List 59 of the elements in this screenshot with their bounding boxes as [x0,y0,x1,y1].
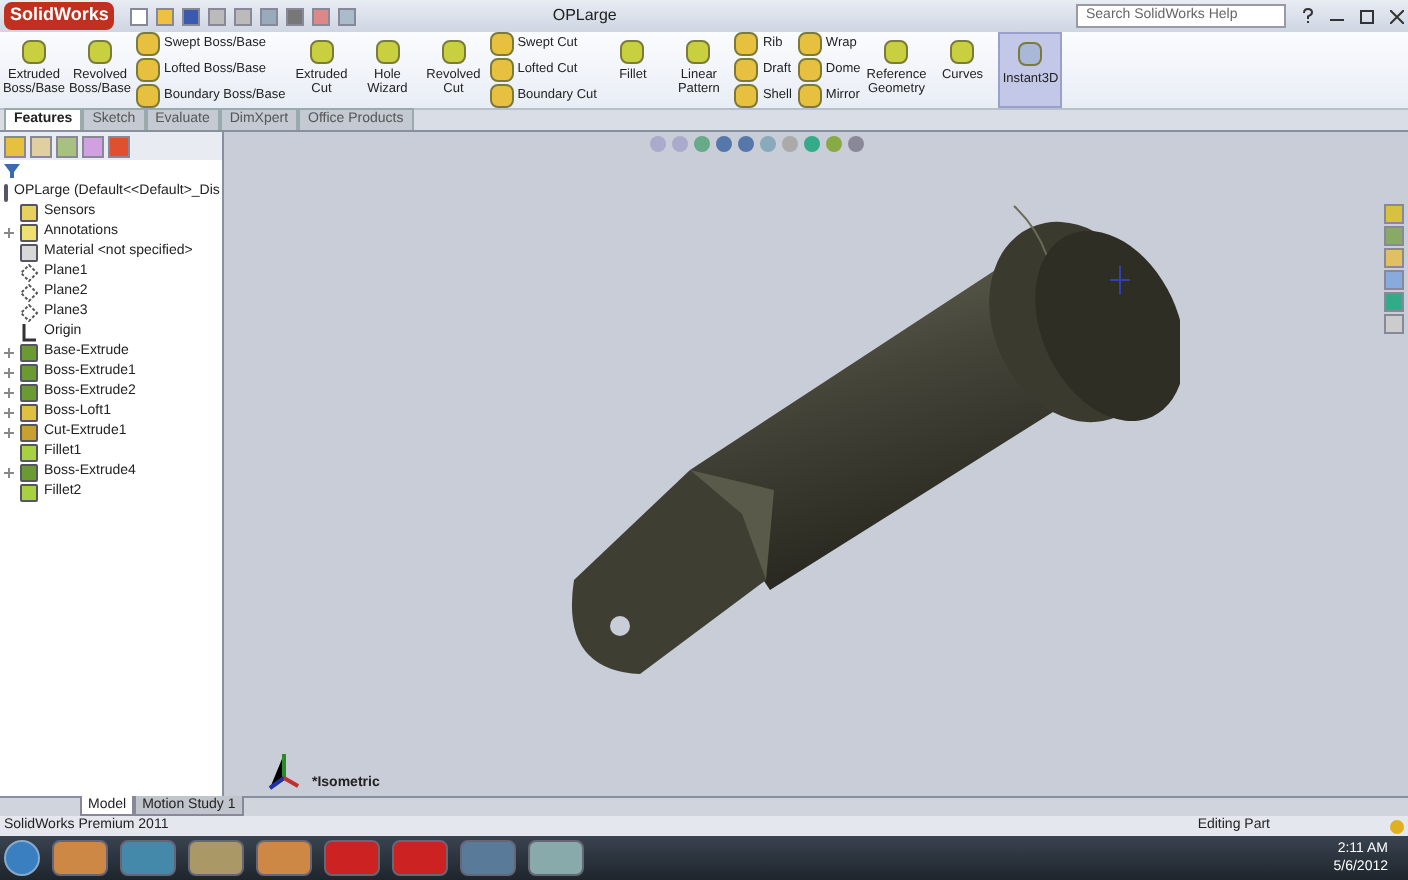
panel-tab-icon[interactable] [56,135,78,157]
expand-icon[interactable] [4,227,14,237]
taskbar-app-icon[interactable] [188,840,244,876]
tool-icon [309,40,334,64]
tool-icon [620,40,645,64]
origin-icon [20,323,38,341]
expand-icon[interactable] [4,347,14,357]
start-button[interactable] [4,840,40,876]
panel-tab-icon[interactable] [108,135,130,157]
tool-icon [136,32,160,57]
tool-icon [884,40,909,64]
tool-icon [734,83,759,108]
tool-icon [88,40,112,64]
tool-icon [950,40,975,64]
tool-icon [489,32,514,57]
app-logo[interactable]: SolidWorks [4,2,115,30]
tool-icon [686,40,711,64]
tool-icon [797,83,822,108]
taskbar-app-icon[interactable] [52,840,108,876]
tool-icon [734,32,759,57]
expand-icon[interactable] [4,427,14,437]
taskbar-app-icon[interactable] [528,840,584,876]
tool-icon [797,57,822,82]
panel-tab-icon[interactable] [82,135,104,157]
material-icon [20,243,38,261]
taskbar-app-icon[interactable] [392,840,448,876]
expand-icon[interactable] [4,407,14,417]
triad-icon [264,750,304,794]
taskbar-app-icon[interactable] [324,840,380,876]
panel-tab-icon[interactable] [4,135,26,157]
taskbar-app-icon[interactable] [120,840,176,876]
annotation-icon [20,223,38,241]
tool-icon [797,32,822,57]
rebuild-icon [1390,819,1404,833]
tool-icon [441,40,466,64]
expand-icon[interactable] [4,467,14,477]
cut-icon [20,423,38,441]
help-icon[interactable] [1302,8,1314,24]
tool-icon [734,57,759,82]
tool-icon [375,40,400,64]
tool-icon [136,83,160,108]
fillet-icon [20,483,38,501]
loft-icon [20,403,38,421]
sensor-icon [20,203,38,221]
tool-icon [489,83,514,108]
taskbar-app-icon[interactable] [256,840,312,876]
expand-icon[interactable] [4,387,14,397]
close-icon[interactable] [1390,9,1404,23]
maximize-icon[interactable] [1360,9,1374,23]
panel-tab-icon[interactable] [30,135,52,157]
tool-icon [1018,42,1043,66]
expand-icon[interactable] [4,367,14,377]
window-title: OPLarge [552,4,617,28]
filter-icon[interactable] [4,164,20,178]
tool-icon [489,57,514,82]
tool-icon [136,57,160,82]
taskbar-app-icon[interactable] [460,840,516,876]
tool-icon [22,40,46,64]
fillet-icon [20,443,38,461]
